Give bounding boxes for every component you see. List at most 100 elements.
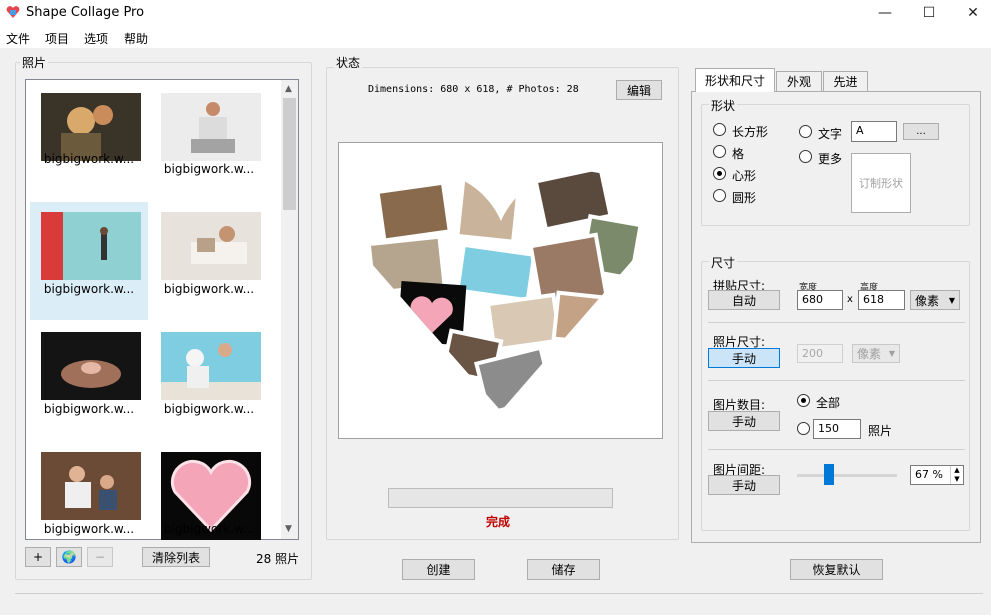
- tab-shape-size[interactable]: 形状和尺寸: [695, 68, 775, 92]
- menu-project[interactable]: 项目: [45, 30, 69, 47]
- app-logo-icon: [6, 6, 20, 18]
- count-number-radio[interactable]: [797, 422, 810, 435]
- tab-advanced[interactable]: 先进: [823, 71, 868, 91]
- shape-rectangle-label: 长方形: [732, 125, 769, 139]
- photo-thumbnail: [41, 452, 141, 520]
- shape-rectangle-radio[interactable]: [713, 123, 726, 136]
- shape-heart-radio[interactable]: [713, 167, 726, 180]
- photo-name: bigbigwork.w...: [43, 402, 135, 416]
- photo-name: bigbigwork.w...: [43, 282, 135, 296]
- create-button[interactable]: 创建: [402, 559, 475, 580]
- photo-thumbnail: [41, 212, 141, 280]
- list-item[interactable]: bigbigwork.w...: [30, 322, 148, 440]
- shape-more-radio[interactable]: [799, 150, 812, 163]
- photo-name: bigbigwork.w...: [43, 152, 135, 166]
- spinner[interactable]: ▲ ▼: [950, 466, 963, 484]
- globe-icon: 🌍: [61, 550, 77, 564]
- photo-unit-dropdown[interactable]: 像素 ▼: [852, 344, 900, 363]
- divider: [708, 322, 965, 323]
- remove-photo-button[interactable]: −: [87, 547, 113, 567]
- shape-text-label: 文字: [818, 127, 843, 141]
- list-item[interactable]: bigbigwork.w...: [150, 82, 268, 198]
- count-all-radio[interactable]: [797, 394, 810, 407]
- photo-size-manual-button[interactable]: 手动: [708, 348, 780, 368]
- menu-bar: 文件 项目 选项 帮助: [0, 26, 991, 48]
- photo-unit-value: 像素: [857, 347, 882, 361]
- spacing-slider[interactable]: [797, 464, 897, 488]
- photo-count-manual-button[interactable]: 手动: [708, 411, 780, 431]
- photo-thumbnail: [161, 93, 261, 161]
- count-all-label: 全部: [816, 396, 841, 410]
- chevron-down-icon: ▼: [888, 349, 895, 358]
- collage-size-auto-button[interactable]: 自动: [708, 290, 780, 310]
- shape-heart-label: 心形: [732, 169, 757, 183]
- list-item[interactable]: bigbigwork.w...: [150, 202, 268, 320]
- shape-circle-radio[interactable]: [713, 189, 726, 202]
- slider-track: [797, 474, 897, 477]
- list-item[interactable]: bigbigwork.w...: [30, 442, 148, 542]
- web-photo-button[interactable]: 🌍: [56, 547, 82, 567]
- chevron-down-icon: ▼: [948, 295, 955, 305]
- divider: [708, 380, 965, 381]
- clear-list-button[interactable]: 清除列表: [142, 547, 210, 567]
- photo-name: bigbigwork.w...: [163, 522, 255, 536]
- photo-size-input[interactable]: 200: [797, 344, 843, 363]
- photo-list[interactable]: bigbigwork.w... bigbigwork.w... bigbigwo…: [25, 79, 299, 540]
- scroll-down-icon[interactable]: ▼: [285, 524, 292, 534]
- shape-text-radio[interactable]: [799, 125, 812, 138]
- spacing-input[interactable]: 67 % ▲ ▼: [910, 465, 964, 485]
- unit-dropdown[interactable]: 像素 ▼: [910, 290, 960, 310]
- photo-name: bigbigwork.w...: [163, 282, 255, 296]
- size-group-label: 尺寸: [709, 254, 738, 271]
- save-button[interactable]: 储存: [527, 559, 600, 580]
- photo-name: bigbigwork.w...: [43, 522, 135, 536]
- font-picker-button[interactable]: ...: [903, 123, 939, 140]
- list-item[interactable]: bigbigwork.w...: [150, 322, 268, 440]
- menu-help[interactable]: 帮助: [124, 30, 148, 47]
- photo-count: 28 照片: [256, 552, 300, 566]
- edit-button[interactable]: 编辑: [616, 80, 662, 100]
- photos-group-label: 照片: [20, 54, 49, 71]
- scrollbar-thumb[interactable]: [283, 98, 296, 210]
- status-divider: [15, 593, 983, 594]
- unit-dropdown-value: 像素: [915, 293, 940, 308]
- shape-more-label: 更多: [818, 152, 843, 166]
- photo-name: bigbigwork.w...: [163, 402, 255, 416]
- collage-width-input[interactable]: 680: [797, 290, 843, 310]
- collage-height-input[interactable]: 618: [858, 290, 905, 310]
- collage-preview[interactable]: [338, 142, 663, 439]
- dimensions-text: Dimensions: 680 x 618, # Photos: 28: [368, 84, 579, 95]
- scroll-up-icon[interactable]: ▲: [285, 84, 292, 94]
- menu-file[interactable]: 文件: [6, 30, 30, 47]
- times-symbol: x: [847, 294, 853, 305]
- spacing-manual-button[interactable]: 手动: [708, 475, 780, 495]
- photo-list-scrollbar[interactable]: ▲ ▼: [281, 80, 298, 539]
- minimize-button[interactable]: —: [862, 0, 908, 26]
- shape-grid-label: 格: [732, 147, 745, 161]
- status-text: 完成: [486, 515, 511, 529]
- status-group-label: 状态: [334, 54, 363, 71]
- shape-text-input[interactable]: A: [851, 121, 897, 142]
- divider: [708, 449, 965, 450]
- tab-appearance[interactable]: 外观: [776, 71, 822, 91]
- maximize-button[interactable]: ☐: [906, 0, 952, 26]
- spinner-down-icon[interactable]: ▼: [951, 475, 963, 484]
- progress-bar: [388, 488, 613, 508]
- add-photo-button[interactable]: +: [25, 547, 51, 567]
- photo-count-input[interactable]: 150: [813, 419, 861, 439]
- list-item[interactable]: bigbigwork.w...: [30, 202, 148, 320]
- spinner-up-icon[interactable]: ▲: [951, 466, 963, 475]
- slider-thumb[interactable]: [824, 464, 834, 485]
- list-item[interactable]: bigbigwork.w...: [30, 82, 148, 198]
- menu-options[interactable]: 选项: [84, 30, 108, 47]
- photo-thumbnail: [161, 212, 261, 280]
- shape-grid-radio[interactable]: [713, 145, 726, 158]
- photo-thumbnail: [41, 332, 141, 400]
- custom-shape-button[interactable]: 订制形状: [851, 153, 911, 213]
- close-button[interactable]: ✕: [950, 0, 991, 26]
- restore-defaults-button[interactable]: 恢复默认: [790, 559, 883, 580]
- shape-circle-label: 圆形: [732, 191, 757, 205]
- photo-thumbnail: [41, 93, 141, 161]
- shape-group-label: 形状: [709, 97, 738, 114]
- list-item[interactable]: bigbigwork.w...: [150, 442, 268, 542]
